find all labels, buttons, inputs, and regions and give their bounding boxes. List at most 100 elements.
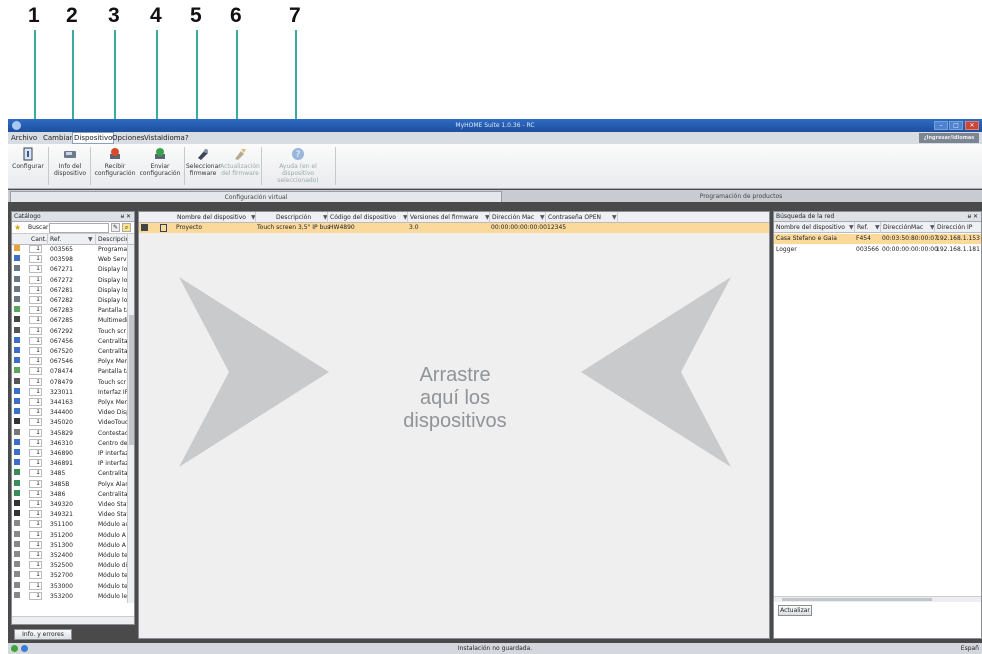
filter-icon[interactable]: ▼ <box>86 234 93 245</box>
favorite-star-icon[interactable]: ★ <box>14 224 21 232</box>
quantity-field[interactable]: 1 <box>29 255 42 264</box>
catalog-row[interactable]: 1 345020 VideoTouc <box>12 418 134 428</box>
catalog-row[interactable]: 1 078479 Touch scr <box>12 377 134 388</box>
enviar-config-button[interactable]: Enviar configuración <box>138 147 182 185</box>
quantity-field[interactable]: 1 <box>29 296 42 304</box>
col-net-ref[interactable]: Ref. ▼ <box>855 222 881 233</box>
network-row[interactable]: Casa Stefano e Gaia F454 00:03:50:80:00:… <box>774 234 981 244</box>
quantity-field[interactable]: 1 <box>29 561 42 570</box>
catalog-row[interactable]: 1 346310 Centro de <box>12 438 134 449</box>
catalog-row[interactable]: 1 323011 Interfaz IF <box>12 387 134 398</box>
search-input[interactable] <box>49 223 109 233</box>
quantity-field[interactable]: 1 <box>29 469 42 478</box>
col-net-nombre[interactable]: Nombre del dispositivo ▼ <box>774 222 855 233</box>
quantity-field[interactable]: 1 <box>29 571 42 580</box>
catalog-row[interactable]: 1 353000 Módulo te <box>12 581 134 592</box>
quantity-field[interactable]: 1 <box>29 438 42 447</box>
menu-idioma[interactable]: Idioma <box>160 133 186 143</box>
close-button[interactable]: ✕ <box>965 121 979 130</box>
catalog-row[interactable]: 1 067456 Centralita <box>12 336 134 347</box>
project-row[interactable]: Proyecto Touch screen 3,5" IP bus HW4890… <box>139 223 769 233</box>
col-firmware[interactable]: Versiones del firmware ▼ <box>408 212 490 223</box>
quantity-field[interactable]: 1 <box>29 387 42 396</box>
catalog-row[interactable]: 1 067546 Polyx Men <box>12 357 134 367</box>
catalog-row[interactable]: 1 352400 Módulo te <box>12 551 134 561</box>
network-horizontal-scrollbar[interactable] <box>774 596 981 602</box>
menu-cambiar[interactable]: Cambiar <box>42 133 74 143</box>
catalog-row[interactable]: 1 344163 Polyx Men <box>12 398 134 408</box>
catalog-row[interactable]: 1 349321 Video Stat <box>12 510 134 520</box>
maximize-button[interactable]: □ <box>949 121 963 130</box>
quantity-field[interactable]: 1 <box>29 551 42 559</box>
clear-search-icon[interactable]: ✎ <box>111 223 120 232</box>
network-pin-close[interactable]: ᵾ ✕ <box>968 212 978 222</box>
quantity-field[interactable]: 1 <box>29 500 42 508</box>
catalog-row[interactable]: 1 352700 Módulo te <box>12 571 134 581</box>
recibir-config-button[interactable]: Recibir configuración <box>94 147 136 185</box>
col-password[interactable]: Contraseña OPEN ▼ <box>546 212 618 223</box>
quantity-field[interactable]: 1 <box>29 530 42 539</box>
catalog-vertical-scrollbar[interactable] <box>127 245 134 603</box>
filter-icon[interactable]: ▼ <box>321 212 327 223</box>
scrollbar-thumb[interactable] <box>782 598 932 601</box>
quantity-field[interactable]: 1 <box>29 285 42 294</box>
search-icon[interactable]: ⌕ <box>122 223 131 232</box>
catalog-row[interactable]: 1 078474 Pantalla tá <box>12 367 134 377</box>
info-errores-button[interactable]: Info. y errores <box>14 629 72 640</box>
filter-icon[interactable]: ▼ <box>401 212 407 223</box>
filter-icon[interactable]: ▼ <box>610 212 617 223</box>
catalog-pin-close[interactable]: ᵾ ✕ <box>121 212 131 222</box>
col-net-mac[interactable]: DirecciónMac ▼ <box>881 222 935 233</box>
network-row[interactable]: Logger 003566 00:00:00:00:00:00 192.168.… <box>774 245 981 255</box>
quantity-field[interactable]: 1 <box>29 336 42 345</box>
quantity-field[interactable]: 1 <box>29 479 42 488</box>
menu-archivo[interactable]: Archivo <box>10 133 38 143</box>
catalog-row[interactable]: 1 067281 Display lo <box>12 285 134 296</box>
catalog-row[interactable]: 1 346890 IP interfaz <box>12 449 134 459</box>
catalog-row[interactable]: 1 346891 IP interfaz <box>12 459 134 469</box>
col-descripcion[interactable]: Descripción ▼ <box>256 212 328 223</box>
catalog-row[interactable]: 1 353200 Módulo le <box>12 591 134 601</box>
catalog-row[interactable]: 1 344400 Video Disp <box>12 408 134 418</box>
menu-dispositivo[interactable]: Dispositivo <box>72 132 115 144</box>
filter-icon[interactable]: ▼ <box>847 222 854 233</box>
quantity-field[interactable]: 1 <box>29 459 42 468</box>
catalog-row[interactable]: 1 351200 Módulo A <box>12 530 134 541</box>
catalog-row[interactable]: 1 067283 Pantalla tá <box>12 306 134 316</box>
catalog-row[interactable]: 1 067272 Display lo <box>12 275 134 286</box>
catalog-row[interactable]: 1 3485B Polyx Alar <box>12 479 134 490</box>
menu-opciones[interactable]: Opciones <box>111 133 145 143</box>
col-mac[interactable]: Dirección Mac ▼ <box>490 212 546 223</box>
quantity-field[interactable]: 1 <box>29 357 42 366</box>
catalog-row[interactable]: 1 351100 Módulo au <box>12 520 134 530</box>
quantity-field[interactable]: 1 <box>29 275 42 284</box>
col-nombre[interactable]: Nombre del dispositivo ▼ <box>175 212 256 223</box>
quantity-field[interactable]: 1 <box>29 489 42 498</box>
catalog-row[interactable]: 1 349320 Video Stat <box>12 500 134 510</box>
tab-programacion-productos[interactable]: Programación de productos <box>502 191 980 202</box>
quantity-field[interactable]: 1 <box>29 520 42 529</box>
quantity-field[interactable]: 1 <box>29 449 42 457</box>
filter-icon[interactable]: ▼ <box>538 212 545 223</box>
minimize-button[interactable]: – <box>934 121 948 130</box>
quantity-field[interactable]: 1 <box>29 347 42 355</box>
quantity-field[interactable]: 1 <box>29 398 42 406</box>
catalog-horizontal-scrollbar[interactable] <box>12 616 134 624</box>
filter-icon[interactable]: ▼ <box>928 222 934 233</box>
catalog-row[interactable]: 1 351300 Módulo A <box>12 540 134 551</box>
catalog-row[interactable]: 1 067292 Touch scr <box>12 326 134 337</box>
col-ref[interactable]: Ref. ▼ <box>48 234 96 245</box>
col-qty[interactable]: Cant. <box>29 234 48 245</box>
catalog-row[interactable]: 1 067520 Centralita <box>12 347 134 357</box>
catalog-row[interactable]: 1 067271 Display lo <box>12 265 134 275</box>
status-language[interactable]: Españ <box>961 643 979 654</box>
quantity-field[interactable]: 1 <box>29 306 42 315</box>
quantity-field[interactable]: 1 <box>29 316 42 325</box>
actualizacion-firmware-button[interactable]: Actualización del firmware <box>220 147 260 185</box>
catalog-row[interactable]: 1 003565 Programa <box>12 245 134 255</box>
filter-icon[interactable]: ▼ <box>873 222 880 233</box>
catalog-row[interactable]: 1 003598 Web Servi <box>12 255 134 265</box>
drop-zone-text[interactable]: Arrastre aquí los dispositivos <box>369 364 541 433</box>
menu-help[interactable]: ? <box>184 133 190 143</box>
quantity-field[interactable]: 1 <box>29 367 42 376</box>
